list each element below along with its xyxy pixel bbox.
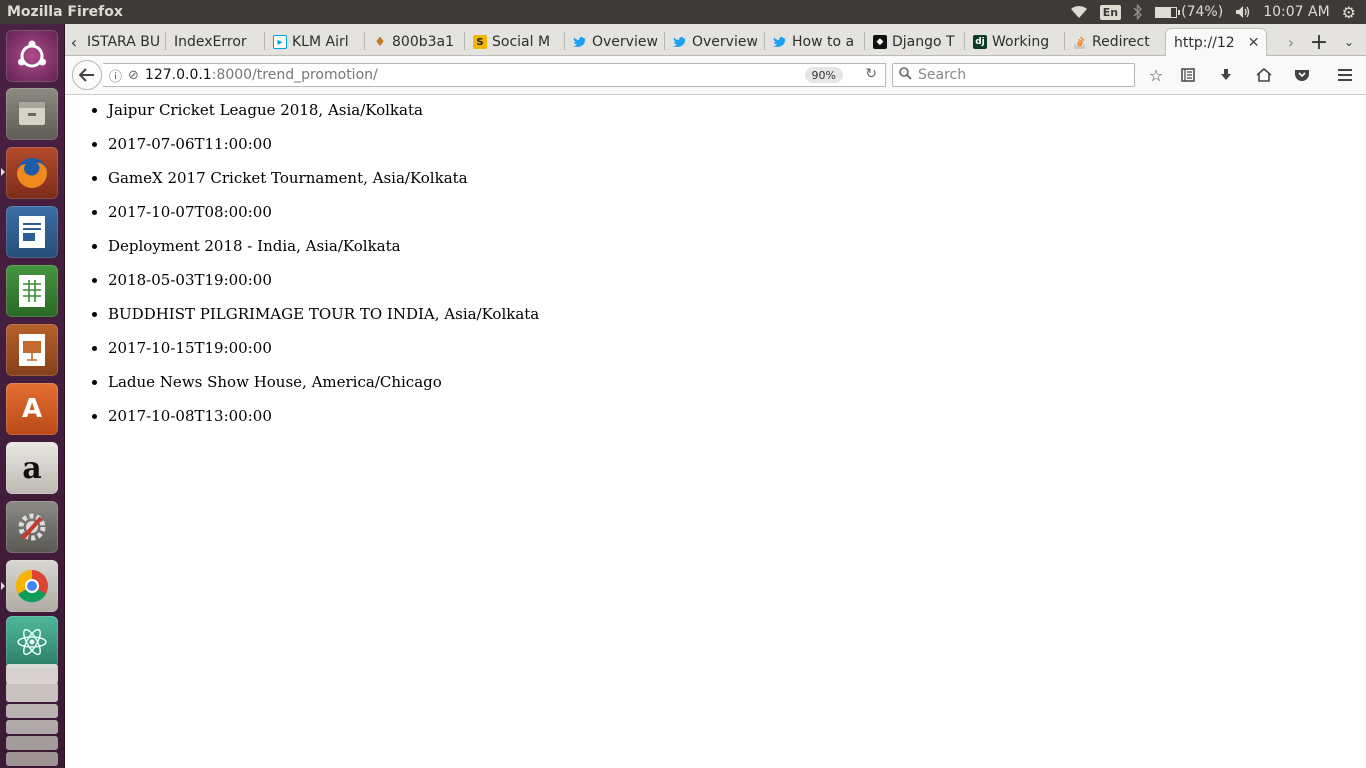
scroll-tabs-right-button[interactable]: › xyxy=(1279,28,1303,56)
stackoverflow-icon xyxy=(1073,35,1087,49)
new-tab-button[interactable]: + xyxy=(1307,28,1331,56)
tab[interactable]: How to a xyxy=(765,28,857,56)
url-host: 127.0.0.1 xyxy=(144,67,212,83)
info-icon[interactable]: ⓘ xyxy=(109,66,122,85)
tab-label: 800b3a1 xyxy=(392,34,455,50)
amazon-icon[interactable]: a xyxy=(6,442,58,494)
workspace-stack-icon[interactable] xyxy=(6,664,58,768)
bookmarks-menu-icon[interactable] xyxy=(1177,64,1199,86)
tab[interactable]: Redirect xyxy=(1065,28,1161,56)
twitter-icon xyxy=(773,35,787,49)
tab-label: Overview xyxy=(692,34,757,50)
list-item: 2017-10-07T08:00:00 xyxy=(108,203,1366,237)
software-center-icon[interactable]: A xyxy=(6,383,58,435)
dj-icon: dj xyxy=(973,35,987,49)
tab-label: Django T xyxy=(892,34,955,50)
list-item: 2017-10-15T19:00:00 xyxy=(108,339,1366,373)
tab-label: Redirect xyxy=(1092,34,1150,50)
search-placeholder: Search xyxy=(918,67,967,83)
list-item: BUDDHIST PILGRIMAGE TOUR TO INDIA, Asia/… xyxy=(108,305,1366,339)
tracking-protection-icon[interactable]: ⊘ xyxy=(128,68,139,83)
hamburger-menu-icon[interactable] xyxy=(1334,64,1356,86)
list-item: Jaipur Cricket League 2018, Asia/Kolkata xyxy=(108,101,1366,135)
tab-label: KLM Airl xyxy=(292,34,349,50)
home-icon[interactable] xyxy=(1253,64,1275,86)
reload-icon[interactable]: ↻ xyxy=(865,66,877,82)
system-settings-icon[interactable] xyxy=(6,501,58,553)
downloads-icon[interactable] xyxy=(1215,64,1237,86)
tab-label: Overview xyxy=(592,34,657,50)
s-icon: S xyxy=(473,35,487,49)
search-icon xyxy=(899,66,912,84)
tab-label: How to a xyxy=(792,34,855,50)
tab[interactable]: ▸ KLM Airl xyxy=(265,28,357,56)
launcher: A a xyxy=(0,24,65,768)
battery-icon xyxy=(1155,6,1181,18)
list-item: Deployment 2018 - India, Asia/Kolkata xyxy=(108,237,1366,271)
event-list: Jaipur Cricket League 2018, Asia/Kolkata… xyxy=(65,101,1366,441)
url-path: :8000/trend_promotion/ xyxy=(211,67,378,83)
tab-label: Social M xyxy=(492,34,551,50)
tab[interactable]: S Social M xyxy=(465,28,557,56)
page-content: Jaipur Cricket League 2018, Asia/Kolkata… xyxy=(65,96,1366,768)
url-bar[interactable]: ⓘ ⊘ 127.0.0.1:8000/trend_promotion/ 90% … xyxy=(103,63,886,87)
tab[interactable]: Overview xyxy=(665,28,757,56)
django-icon: ◆ xyxy=(873,35,887,49)
libreoffice-writer-icon[interactable] xyxy=(6,206,58,258)
klm-icon: ▸ xyxy=(273,35,287,49)
twitter-icon xyxy=(573,35,587,49)
running-indicator-icon xyxy=(1,582,5,590)
running-indicator-icon xyxy=(1,168,5,176)
zoom-reset-button[interactable]: 90% xyxy=(804,67,843,83)
list-item: 2018-05-03T19:00:00 xyxy=(108,271,1366,305)
tab-bar: ‹ ISTARA BU IndexError ▸ KLM Airl ♦ 800b… xyxy=(65,24,1366,56)
tab-label: ISTARA BU xyxy=(87,34,159,50)
pocket-icon[interactable] xyxy=(1291,64,1313,86)
twitter-icon xyxy=(673,35,687,49)
navigation-toolbar: ⓘ ⊘ 127.0.0.1:8000/trend_promotion/ 90% … xyxy=(65,56,1366,95)
tab[interactable]: ♦ 800b3a1 xyxy=(365,28,457,56)
top-panel: Mozilla Firefox En (74%) 10:07 AM ⚙ xyxy=(0,0,1366,24)
files-icon[interactable] xyxy=(6,88,58,140)
battery-percent: (74%) xyxy=(1181,4,1224,20)
libreoffice-calc-icon[interactable] xyxy=(6,265,58,317)
bluetooth-icon[interactable] xyxy=(1133,4,1143,20)
list-item: 2017-10-08T13:00:00 xyxy=(108,407,1366,441)
tab[interactable]: IndexError xyxy=(166,28,258,56)
chrome-icon[interactable] xyxy=(6,560,58,612)
tab-label: Working xyxy=(992,34,1050,50)
tab-active[interactable]: http://12 ✕ xyxy=(1165,28,1267,56)
back-button[interactable] xyxy=(72,60,102,90)
settings-gear-icon[interactable]: ⚙ xyxy=(1342,3,1356,22)
keyboard-layout-indicator[interactable]: En xyxy=(1099,4,1122,20)
list-item: Ladue News Show House, America/Chicago xyxy=(108,373,1366,407)
tab-label: IndexError xyxy=(174,34,247,50)
list-item: 2017-07-06T11:00:00 xyxy=(108,135,1366,169)
atom-icon[interactable] xyxy=(6,616,58,668)
libreoffice-impress-icon[interactable] xyxy=(6,324,58,376)
wifi-icon[interactable] xyxy=(1070,5,1088,19)
tab-label: http://12 xyxy=(1174,34,1235,51)
tab[interactable]: ◆ Django T xyxy=(865,28,957,56)
bookmark-star-icon[interactable]: ☆ xyxy=(1145,64,1167,86)
list-item: GameX 2017 Cricket Tournament, Asia/Kolk… xyxy=(108,169,1366,203)
battery-indicator[interactable]: (74%) xyxy=(1155,4,1223,20)
ubuntu-dash-icon[interactable] xyxy=(6,30,58,82)
list-all-tabs-button[interactable]: ⌄ xyxy=(1337,28,1361,56)
indicator-area: En (74%) 10:07 AM ⚙ xyxy=(1070,3,1366,22)
volume-icon[interactable] xyxy=(1235,5,1251,19)
pin-icon: ♦ xyxy=(374,34,386,50)
tab[interactable]: dj Working xyxy=(965,28,1057,56)
close-tab-icon[interactable]: ✕ xyxy=(1248,35,1260,51)
tab[interactable]: ISTARA BU xyxy=(79,28,159,56)
firefox-icon[interactable] xyxy=(6,147,58,199)
clock[interactable]: 10:07 AM xyxy=(1263,4,1329,20)
tab[interactable]: Overview xyxy=(565,28,657,56)
window-title: Mozilla Firefox xyxy=(7,4,123,20)
search-bar[interactable]: Search xyxy=(892,63,1135,87)
